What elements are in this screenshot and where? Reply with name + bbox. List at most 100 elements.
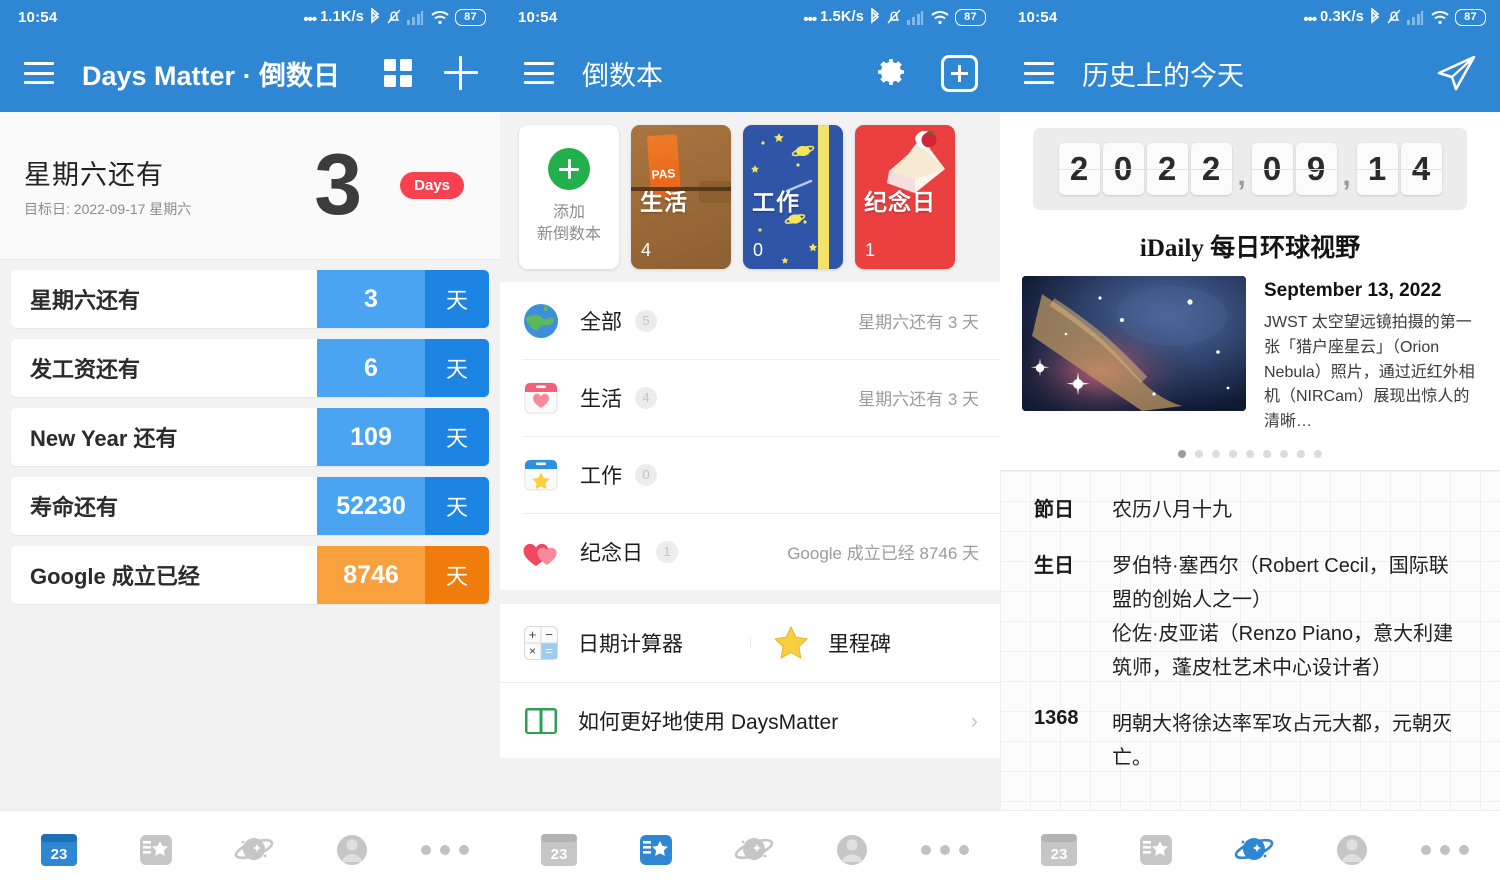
history-key: 節日 xyxy=(1034,498,1074,521)
menu-icon[interactable] xyxy=(24,62,54,84)
list-item[interactable]: 纪念日 1 Google 成立已经 8746 天 xyxy=(500,513,1000,590)
network-dots-icon: ••• xyxy=(1303,10,1317,28)
list-item[interactable]: 生活 4 星期六还有 3 天 xyxy=(500,359,1000,436)
category-name: 生活 xyxy=(580,387,622,411)
page-dot[interactable] xyxy=(1314,449,1322,458)
days-unit-badge: Days xyxy=(400,172,464,199)
wifi-icon xyxy=(931,11,949,25)
category-count-badge: 0 xyxy=(635,463,657,486)
page-dot[interactable] xyxy=(1212,449,1220,458)
nav-more[interactable] xyxy=(921,844,970,855)
carousel-page-indicator[interactable] xyxy=(1000,449,1500,458)
nav-profile[interactable] xyxy=(324,822,380,878)
nav-calendar[interactable]: 23 xyxy=(1031,822,1087,878)
page-title: 历史上的今天 xyxy=(1082,60,1244,91)
network-speed: 0.3K/s xyxy=(1320,9,1364,25)
event-unit: 天 xyxy=(425,270,489,328)
nav-calendar-active[interactable]: 23 xyxy=(31,822,87,878)
table-row[interactable]: 星期六还有 3 天 xyxy=(11,270,489,328)
status-icons: ••• 0.3K/s 87 xyxy=(1303,8,1486,28)
tool-milestone[interactable]: 里程碑 xyxy=(750,624,1000,662)
history-value: 明朝大将徐达率军攻占元大都，元朝灭亡。 xyxy=(1112,712,1452,769)
event-unit: 天 xyxy=(425,408,489,466)
page-dot[interactable] xyxy=(1280,449,1288,458)
article-date: September 13, 2022 xyxy=(1264,280,1442,301)
battery-indicator: 87 xyxy=(1455,8,1486,26)
add-event-icon[interactable] xyxy=(444,56,478,90)
nav-notebook[interactable] xyxy=(128,822,184,878)
history-row: 生日 罗伯特·塞西尔（Robert Cecil，国际联盟的创始人之一） 伦佐·皮… xyxy=(1034,549,1466,685)
svg-text:23: 23 xyxy=(1050,846,1067,863)
page-dot[interactable] xyxy=(1195,449,1203,458)
category-count-badge: 5 xyxy=(635,309,657,332)
add-notebook-icon[interactable] xyxy=(941,54,978,92)
app-bar: Days Matter · 倒数日 xyxy=(0,34,500,112)
history-value: 罗伯特·塞西尔（Robert Cecil，国际联盟的创始人之一） 伦佐·皮亚诺（… xyxy=(1112,554,1454,679)
send-icon[interactable] xyxy=(1434,53,1478,93)
tool-date-calculator[interactable]: + − × = 日期计算器 xyxy=(500,624,750,662)
idaily-brand: iDaily 每日环球视野 xyxy=(1139,235,1361,262)
bottom-navigation: 23 xyxy=(0,810,500,888)
history-key: 生日 xyxy=(1034,554,1074,577)
status-time: 10:54 xyxy=(18,8,58,26)
hero-target-date: 目标日: 2022-09-17 星期六 xyxy=(24,200,192,217)
notebook-label: 纪念日 xyxy=(864,189,936,215)
hero-countdown-card[interactable]: 星期六还有 目标日: 2022-09-17 星期六 3 Days xyxy=(0,112,500,260)
event-unit: 天 xyxy=(425,546,489,604)
table-row[interactable]: New Year 还有 109 天 xyxy=(11,408,489,466)
hero-title: 星期六还有 xyxy=(24,159,164,190)
status-time: 10:54 xyxy=(1018,8,1058,26)
nav-notebook-active[interactable] xyxy=(628,822,684,878)
notebook-count: 4 xyxy=(641,240,652,260)
category-next-event: 星期六还有 3 天 xyxy=(858,390,979,409)
calendar-star-icon xyxy=(524,459,558,490)
nav-more[interactable] xyxy=(421,844,470,855)
nav-more[interactable] xyxy=(1421,844,1470,855)
table-row[interactable]: 寿命还有 52230 天 xyxy=(11,477,489,535)
nav-discover[interactable] xyxy=(726,822,782,878)
svg-text:23: 23 xyxy=(50,846,67,863)
page-dot[interactable] xyxy=(1297,449,1305,458)
page-dot[interactable] xyxy=(1229,449,1237,458)
page-dot[interactable] xyxy=(1263,449,1271,458)
table-row[interactable]: 发工资还有 6 天 xyxy=(11,339,489,397)
grid-view-icon[interactable] xyxy=(384,59,412,87)
help-row[interactable]: 如何更好地使用 DaysMatter › xyxy=(500,682,1000,758)
article-thumbnail xyxy=(1022,276,1246,411)
nav-calendar[interactable]: 23 xyxy=(531,822,587,878)
article-text: September 13, 2022 JWST 太空望远镜拍摄的第一张「猎户座星… xyxy=(1264,276,1478,435)
app-bar: 历史上的今天 xyxy=(1000,34,1500,112)
three-panel-screenshot: 10:54 ••• 1.1K/s 87 Days Matter · 倒数日 星期… xyxy=(0,0,1500,888)
nav-discover[interactable] xyxy=(226,822,282,878)
flip-separator: , xyxy=(1342,159,1351,192)
event-unit: 天 xyxy=(425,477,489,535)
idaily-article[interactable]: September 13, 2022 JWST 太空望远镜拍摄的第一张「猎户座星… xyxy=(1000,276,1500,435)
add-label-line2: 新倒数本 xyxy=(536,226,601,243)
table-row[interactable]: Google 成立已经 8746 天 xyxy=(11,546,489,604)
tool-row: + − × = 日期计算器 里程碑 xyxy=(500,604,1000,682)
nav-profile[interactable] xyxy=(824,822,880,878)
hero-day-count: 3 xyxy=(314,136,363,233)
status-icons: ••• 1.1K/s 87 xyxy=(303,8,486,27)
add-notebook-card[interactable]: 添加 新倒数本 xyxy=(519,125,619,269)
nav-profile[interactable] xyxy=(1324,822,1380,878)
list-item[interactable]: 全部 5 星期六还有 3 天 xyxy=(500,282,1000,359)
category-name: 全部 xyxy=(580,310,622,334)
app-bar: 倒数本 xyxy=(500,34,1000,112)
page-dot-active[interactable] xyxy=(1178,449,1186,458)
nav-notebook[interactable] xyxy=(1128,822,1184,878)
menu-icon[interactable] xyxy=(524,62,554,84)
notebook-card-anniversary[interactable]: 纪念日 1 xyxy=(855,125,955,269)
list-item[interactable]: 工作 0 xyxy=(500,436,1000,513)
book-icon xyxy=(525,707,557,734)
nav-discover-active[interactable] xyxy=(1226,822,1282,878)
flip-date-display: 2 0 2 2 , 0 9 , 1 4 xyxy=(1033,128,1467,210)
notebook-card-life[interactable]: 生活 4 xyxy=(631,125,731,269)
page-dot[interactable] xyxy=(1246,449,1254,458)
status-icons: ••• 1.5K/s 87 xyxy=(803,8,986,27)
menu-icon[interactable] xyxy=(1024,62,1054,84)
gear-icon[interactable] xyxy=(873,55,909,91)
notebook-card-work[interactable]: 工作 0 xyxy=(743,125,843,269)
svg-text:+: + xyxy=(529,627,537,642)
flip-digit: 2 xyxy=(1190,143,1232,195)
